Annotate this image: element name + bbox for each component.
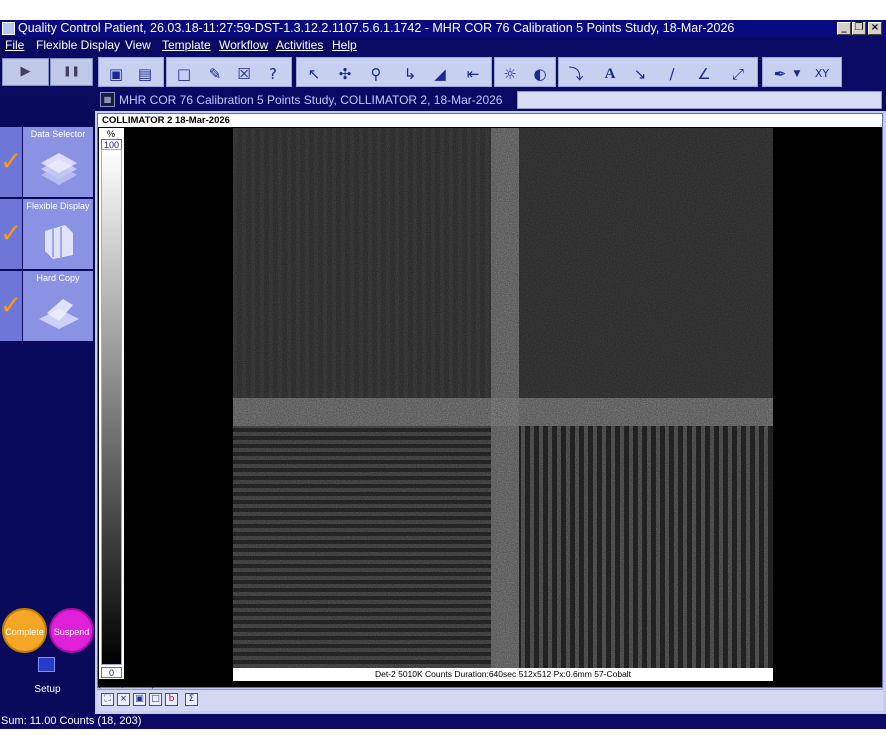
- close-button[interactable]: ×: [868, 22, 882, 35]
- expand-icon[interactable]: ⨯: [117, 693, 130, 706]
- data-selector-icon: [41, 153, 77, 185]
- film-icon[interactable]: □: [149, 693, 162, 706]
- display-area: ▦ MHR COR 76 Calibration 5 Points Study,…: [95, 89, 886, 714]
- reset-icon[interactable]: ⤵: [563, 61, 589, 87]
- hard-copy-icon: [39, 299, 79, 329]
- toolbar-group-annotation: ⤵ A ↘ ∕ ∠ ⤢: [558, 57, 758, 87]
- menu-flexible-display[interactable]: Flexible Display: [36, 37, 120, 54]
- invert-icon[interactable]: ◐: [527, 61, 553, 87]
- suspend-button[interactable]: Suspend: [49, 608, 94, 653]
- delete-document-icon[interactable]: ☒: [231, 61, 257, 87]
- viewport-tools: ⛶ ⨯ ▣ □ b Σ: [97, 689, 883, 711]
- study-field: [517, 91, 882, 109]
- save-icon[interactable]: ▣: [103, 61, 129, 87]
- status-bar: Sum: 11.00 Counts (18, 203): [0, 714, 886, 729]
- app-icon[interactable]: [2, 22, 15, 35]
- toolbar-group-image: ☼ ◐: [494, 57, 556, 87]
- intensity-scale: % 100 0: [99, 128, 124, 679]
- menu-bar: File Flexible Display View Template Work…: [0, 37, 886, 54]
- menu-template[interactable]: Template: [162, 37, 211, 54]
- menu-help[interactable]: Help: [332, 37, 357, 54]
- study-bar: ▦ MHR COR 76 Calibration 5 Points Study,…: [95, 89, 886, 111]
- orientation-icon[interactable]: ⇤: [460, 61, 486, 87]
- edit-document-icon[interactable]: ✎: [202, 61, 228, 87]
- card-hard-copy[interactable]: ✓ Hard Copy: [0, 271, 93, 341]
- flexible-display-icon: [45, 225, 73, 259]
- card-label: Flexible Display: [26, 201, 90, 211]
- card-flexible-display[interactable]: ✓ Flexible Display: [0, 199, 93, 269]
- zoom-icon[interactable]: ⚲: [363, 61, 389, 87]
- print-icon[interactable]: b: [165, 693, 178, 706]
- menu-activities[interactable]: Activities: [276, 37, 323, 54]
- card-data-selector[interactable]: ✓ Data Selector: [0, 127, 93, 197]
- title-bar: Quality Control Patient, 26.03.18-11:27:…: [0, 20, 886, 37]
- toolbar-group-document: □ ✎ ☒ ?: [166, 57, 292, 87]
- check-icon: ✓: [0, 199, 22, 269]
- toolbar-group-view: ↖ ✣ ⚲ ↳ ◢ ⇤: [296, 57, 492, 87]
- roi-draw-icon[interactable]: ✒: [767, 61, 793, 87]
- image-viewport[interactable]: COLLIMATOR 2 18-Mar-2026 % 100 0 Det-2 5…: [97, 113, 883, 688]
- image-caption: Det-2 5010K Counts Duration:640sec 512x5…: [233, 668, 773, 681]
- viewport-header: COLLIMATOR 2 18-Mar-2026: [98, 114, 882, 127]
- minimize-button[interactable]: _: [837, 22, 851, 35]
- ruler-icon[interactable]: ∕: [659, 61, 685, 87]
- help-document-icon[interactable]: ?: [260, 61, 286, 87]
- rotate-icon[interactable]: ↳: [397, 61, 423, 87]
- menu-workflow[interactable]: Workflow: [219, 37, 268, 54]
- text-annotation-icon[interactable]: A: [597, 61, 623, 87]
- copy-icon[interactable]: ▤: [132, 61, 158, 87]
- pause-button[interactable]: ❚❚: [50, 58, 93, 86]
- line-profile-icon[interactable]: ⤢: [725, 61, 751, 87]
- application-window: Quality Control Patient, 26.03.18-11:27:…: [0, 0, 886, 735]
- layout-icon[interactable]: ▣: [133, 693, 146, 706]
- menu-file[interactable]: File: [5, 37, 24, 54]
- window-title: Quality Control Patient, 26.03.18-11:27:…: [18, 21, 735, 35]
- window-level-icon[interactable]: ✣: [332, 61, 358, 87]
- scale-unit: %: [107, 129, 116, 139]
- setup-label[interactable]: Setup: [0, 684, 95, 695]
- toolbar-group-roi: ✒ ▼ XY: [762, 57, 842, 87]
- gray-gradient-bar: [101, 149, 122, 665]
- menu-view[interactable]: View: [125, 37, 151, 54]
- study-title: MHR COR 76 Calibration 5 Points Study, C…: [119, 93, 503, 107]
- brightness-icon[interactable]: ☼: [497, 61, 523, 87]
- scale-min[interactable]: 0: [101, 667, 122, 678]
- check-icon: ✓: [0, 127, 22, 197]
- arrow-annotation-icon[interactable]: ↘: [627, 61, 653, 87]
- setup-icon[interactable]: [38, 657, 55, 672]
- dropdown-icon[interactable]: ▼: [791, 61, 803, 87]
- new-document-icon[interactable]: □: [171, 61, 197, 87]
- restore-button[interactable]: ❐: [852, 22, 866, 35]
- workflow-sidebar: ✓ Data Selector ✓ Flexible Display ✓ Har…: [0, 89, 95, 714]
- angle-icon[interactable]: ∠: [691, 61, 717, 87]
- card-label: Data Selector: [30, 129, 86, 139]
- card-label: Hard Copy: [36, 273, 80, 283]
- collimator-image[interactable]: [233, 128, 773, 668]
- window-level-readout: (B:0%,T:100%): [98, 679, 155, 689]
- flip-icon[interactable]: ◢: [427, 61, 453, 87]
- pointer-icon[interactable]: ↖: [301, 61, 327, 87]
- layout-grid-icon[interactable]: ▦: [100, 92, 115, 107]
- coordinates-icon[interactable]: XY: [809, 61, 835, 87]
- toolbar-group-save: ▣ ▤: [98, 57, 164, 87]
- sigma-icon[interactable]: Σ: [185, 693, 198, 706]
- check-icon: ✓: [0, 271, 22, 341]
- complete-button[interactable]: Complete: [2, 608, 47, 653]
- play-button[interactable]: ▶: [2, 58, 49, 86]
- fit-icon[interactable]: ⛶: [101, 693, 114, 706]
- toolbar: ▶ ❚❚ ▣ ▤ □ ✎ ☒ ? ↖ ✣ ⚲ ↳ ◢ ⇤ ☼ ◐ ⤵ A ↘ ∕: [0, 54, 886, 89]
